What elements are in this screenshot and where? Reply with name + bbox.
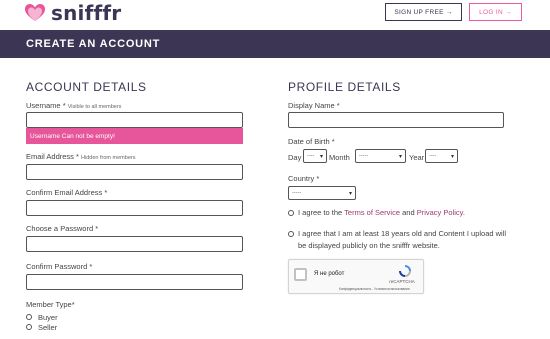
dob-label: Date of Birth *: [288, 137, 335, 146]
username-error-message: Username Can not be empty!: [26, 128, 243, 144]
age-agree-radio[interactable]: [288, 231, 294, 237]
logo[interactable]: snifffr: [24, 2, 121, 24]
display-name-label: Display Name *: [288, 101, 340, 110]
logo-heart-icon: [24, 3, 46, 23]
recaptcha-widget: Я не робот reCAPTCHA Конфиденциальность …: [288, 259, 424, 294]
logo-text: snifffr: [51, 1, 122, 25]
age-agree-line-1: I agree that I am at least 18 years old …: [298, 229, 507, 238]
age-agree-line-2: be displayed publicly on the snifffr web…: [298, 241, 440, 250]
month-select[interactable]: ----- ▾: [355, 149, 406, 163]
day-select-value: ----: [307, 153, 315, 159]
recaptcha-brand: reCAPTCHA: [389, 279, 415, 284]
chevron-down-icon: ▾: [450, 154, 454, 160]
username-label: Username * Visible to all members: [26, 101, 121, 110]
chevron-down-icon: ▾: [348, 191, 352, 197]
profile-details-title: PROFILE DETAILS: [288, 80, 401, 94]
year-select-value: ----: [429, 153, 437, 159]
member-type-buyer-radio[interactable]: [26, 314, 32, 320]
country-select[interactable]: ----- ▾: [288, 186, 356, 200]
year-label: Year: [409, 153, 425, 162]
terms-agree-text: I agree to the Terms of Service and Priv…: [298, 207, 465, 219]
terms-prefix: I agree to the: [298, 208, 343, 217]
member-type-seller-label: Seller: [38, 323, 58, 332]
month-select-value: -----: [359, 153, 369, 159]
email-hint: Hidden from members: [81, 155, 136, 161]
age-agree-text: I agree that I am at least 18 years old …: [298, 228, 506, 252]
username-required-mark: *: [62, 101, 66, 110]
login-button[interactable]: LOG IN →: [469, 3, 522, 21]
terms-suffix: .: [462, 208, 465, 217]
day-select[interactable]: ---- ▾: [303, 149, 327, 163]
recaptcha-checkbox[interactable]: [294, 268, 307, 281]
member-type-seller-radio[interactable]: [26, 324, 32, 330]
email-required-mark: *: [76, 152, 79, 161]
email-label: Email Address * Hidden from members: [26, 152, 135, 161]
terms-agree-radio[interactable]: [288, 210, 294, 216]
recaptcha-icon: [397, 264, 413, 278]
recaptcha-label: Я не робот: [314, 271, 345, 277]
username-hint: Visible to all members: [67, 104, 122, 110]
username-label-text: Username: [26, 101, 61, 110]
member-type-buyer-label: Buyer: [38, 313, 58, 322]
password-label: Choose a Password *: [26, 224, 99, 233]
email-input[interactable]: [26, 164, 243, 180]
confirm-password-input[interactable]: [26, 274, 243, 290]
account-details-title: ACCOUNT DETAILS: [26, 80, 147, 94]
signup-button[interactable]: SIGN UP FREE →: [385, 3, 462, 21]
chevron-down-icon: ▾: [398, 154, 402, 160]
password-input[interactable]: [26, 236, 243, 252]
day-label: Day: [288, 153, 302, 162]
country-label: Country *: [288, 174, 320, 183]
recaptcha-links[interactable]: Конфиденциальность - Условия использован…: [339, 287, 410, 291]
country-select-value: -----: [292, 190, 302, 196]
email-label-text: Email Address: [26, 152, 74, 161]
terms-of-service-link[interactable]: Terms of Service: [344, 208, 400, 217]
page-title: CREATE AN ACCOUNT: [26, 38, 161, 50]
chevron-down-icon: ▾: [319, 154, 323, 160]
page-title-band: CREATE AN ACCOUNT: [0, 30, 550, 58]
privacy-policy-link[interactable]: Privacy Policy: [417, 208, 463, 217]
display-name-input[interactable]: [288, 112, 504, 128]
member-type-label: Member Type*: [26, 300, 75, 309]
top-header: snifffr SIGN UP FREE → LOG IN →: [0, 0, 550, 30]
month-label: Month: [329, 153, 350, 162]
year-select[interactable]: ---- ▾: [425, 149, 458, 163]
confirm-email-input[interactable]: [26, 200, 243, 216]
confirm-email-label: Confirm Email Address *: [26, 188, 108, 197]
username-input[interactable]: [26, 112, 243, 128]
terms-and: and: [402, 208, 415, 217]
confirm-password-label: Confirm Password *: [26, 262, 93, 271]
